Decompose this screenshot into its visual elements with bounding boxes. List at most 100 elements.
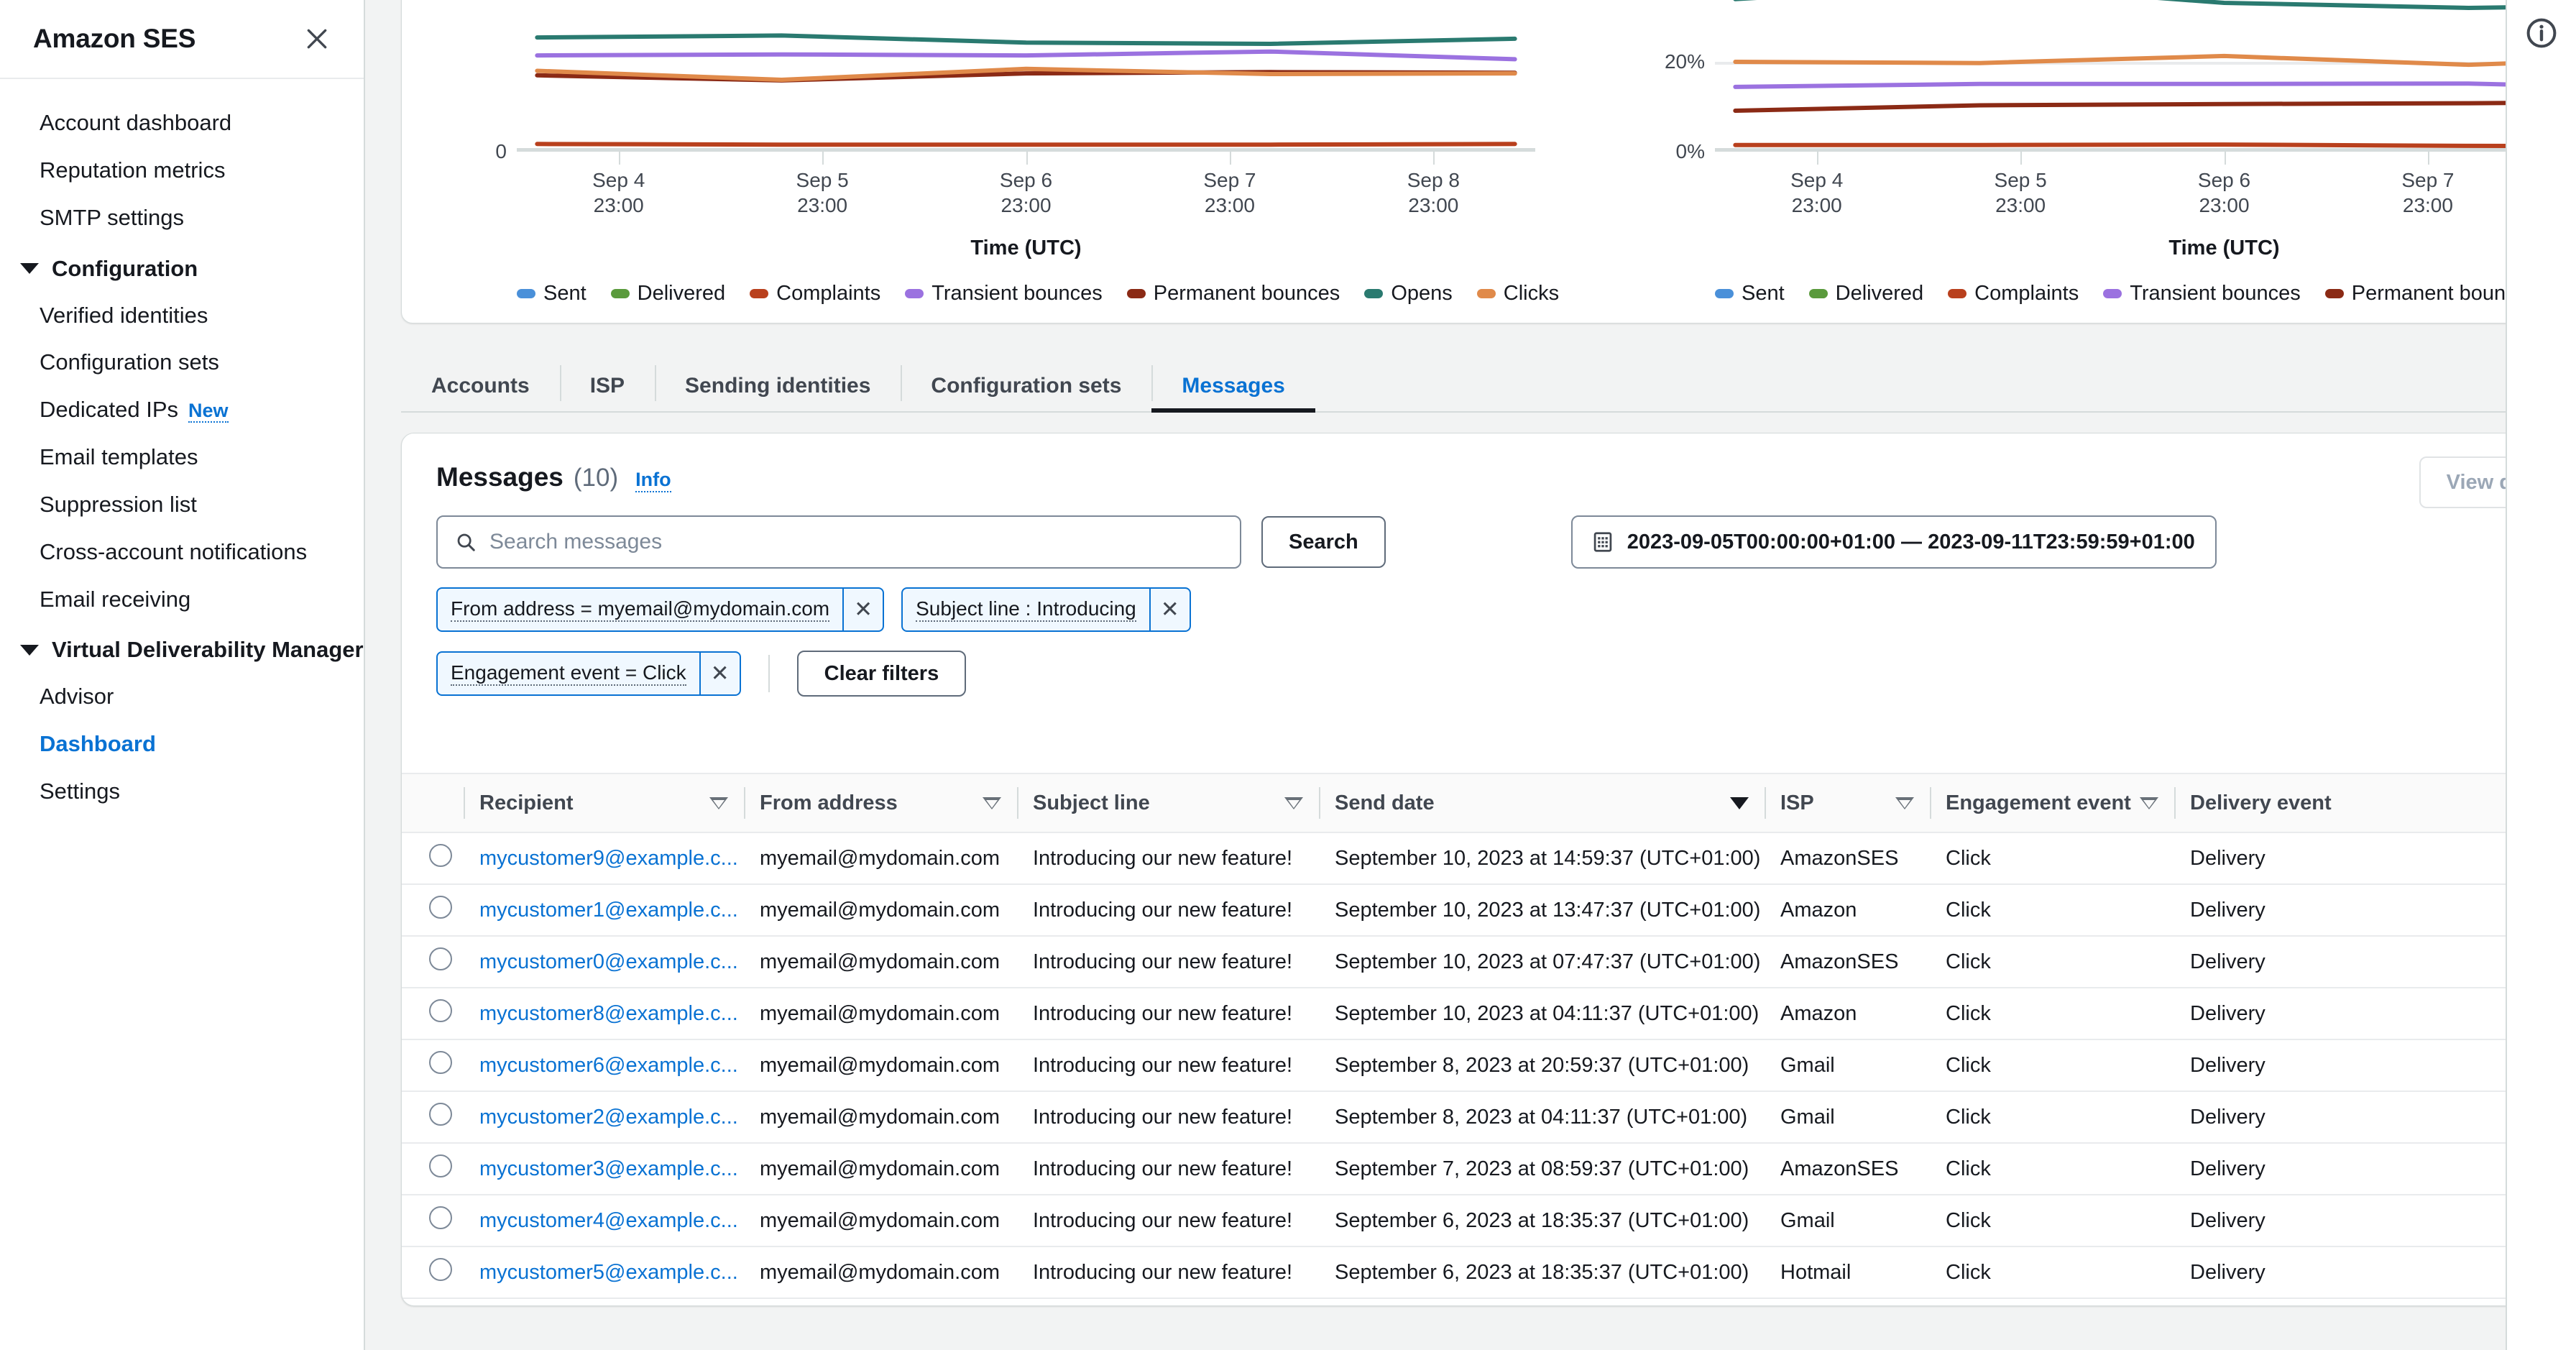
sidebar-item-email-receiving[interactable]: Email receiving xyxy=(0,576,364,623)
filter-token-engagement-event[interactable]: Engagement event = Click ✕ xyxy=(436,651,741,696)
recipient-link[interactable]: mycustomer9@example.c... xyxy=(479,847,738,870)
cell-isp: Amazon xyxy=(1765,884,1930,937)
sidebar-item-cross-account-notifications[interactable]: Cross-account notifications xyxy=(0,528,364,576)
row-select-cell[interactable] xyxy=(402,1143,464,1195)
table-row[interactable]: mycustomer7@example.c... myemail@mydomai… xyxy=(402,1298,2576,1305)
tab-isp[interactable]: ISP xyxy=(559,361,655,411)
table-row[interactable]: mycustomer5@example.c... myemail@mydomai… xyxy=(402,1246,2576,1299)
tab-accounts[interactable]: Accounts xyxy=(401,361,560,411)
tab-messages[interactable]: Messages xyxy=(1151,361,1316,413)
column-header-from-address[interactable]: From address xyxy=(744,773,1017,833)
date-range-picker[interactable]: 2023-09-05T00:00:00+01:00 — 2023-09-11T2… xyxy=(1570,515,2217,569)
remove-filter-icon[interactable]: ✕ xyxy=(842,589,883,630)
search-input[interactable] xyxy=(489,530,1223,554)
legend-item[interactable]: Opens xyxy=(1364,282,1453,306)
recipient-link[interactable]: mycustomer8@example.c... xyxy=(479,1002,738,1025)
table-row[interactable]: mycustomer1@example.c... myemail@mydomai… xyxy=(402,884,2576,937)
table-row[interactable]: mycustomer6@example.c... myemail@mydomai… xyxy=(402,1039,2576,1092)
sidebar-item-reputation-metrics[interactable]: Reputation metrics xyxy=(0,147,364,194)
legend-item[interactable]: Sent xyxy=(1715,282,1785,306)
row-radio[interactable] xyxy=(429,1154,452,1177)
search-button[interactable]: Search xyxy=(1261,516,1386,568)
row-select-cell[interactable] xyxy=(402,1091,464,1144)
table-row[interactable]: mycustomer0@example.c... myemail@mydomai… xyxy=(402,936,2576,988)
cell-subject-line: Introducing our new feature! xyxy=(1017,1298,1319,1305)
row-select-cell[interactable] xyxy=(402,1246,464,1299)
recipient-link[interactable]: mycustomer0@example.c... xyxy=(479,950,738,973)
row-select-cell[interactable] xyxy=(402,884,464,937)
row-radio[interactable] xyxy=(429,1258,452,1281)
row-radio[interactable] xyxy=(429,947,452,970)
row-radio[interactable] xyxy=(429,1051,452,1074)
legend-item[interactable]: Transient bounces xyxy=(2103,282,2301,306)
sidebar-item-dedicated-ips[interactable]: Dedicated IPs New xyxy=(0,386,364,433)
table-row[interactable]: mycustomer3@example.c... myemail@mydomai… xyxy=(402,1143,2576,1195)
column-header-recipient[interactable]: Recipient xyxy=(464,773,744,833)
filter-token-subject-line[interactable]: Subject line : Introducing ✕ xyxy=(901,587,1191,632)
sort-icon-active[interactable] xyxy=(1730,796,1749,809)
sidebar-item-smtp-settings[interactable]: SMTP settings xyxy=(0,194,364,242)
legend-item[interactable]: Delivered xyxy=(610,282,725,306)
sidebar-item-account-dashboard[interactable]: Account dashboard xyxy=(0,99,364,147)
recipient-link[interactable]: mycustomer4@example.c... xyxy=(479,1209,738,1232)
column-header-engagement-event[interactable]: Engagement event xyxy=(1930,773,2174,833)
row-radio[interactable] xyxy=(429,1103,452,1126)
row-select-cell[interactable] xyxy=(402,1298,464,1305)
sidebar-item-dashboard[interactable]: Dashboard xyxy=(0,720,364,768)
recipient-link[interactable]: mycustomer5@example.c... xyxy=(479,1261,738,1284)
legend-item[interactable]: Permanent bounces xyxy=(1126,282,1340,306)
row-select-cell[interactable] xyxy=(402,1039,464,1092)
clear-filters-button[interactable]: Clear filters xyxy=(796,651,967,697)
sort-icon[interactable] xyxy=(709,796,728,809)
filter-token-from-address[interactable]: From address = myemail@mydomain.com ✕ xyxy=(436,587,885,632)
sidebar-item-verified-identities[interactable]: Verified identities xyxy=(0,292,364,339)
search-box[interactable] xyxy=(436,515,1241,569)
remove-filter-icon[interactable]: ✕ xyxy=(699,653,740,694)
row-radio[interactable] xyxy=(429,844,452,867)
legend-item[interactable]: Sent xyxy=(517,282,586,306)
sort-icon[interactable] xyxy=(1895,796,1914,809)
cell-recipient: mycustomer5@example.c... xyxy=(464,1246,744,1299)
chevron-down-icon[interactable] xyxy=(20,263,39,275)
row-select-cell[interactable] xyxy=(402,832,464,885)
table-row[interactable]: mycustomer8@example.c... myemail@mydomai… xyxy=(402,988,2576,1040)
row-radio[interactable] xyxy=(429,999,452,1022)
row-radio[interactable] xyxy=(429,1206,452,1229)
column-header-isp[interactable]: ISP xyxy=(1765,773,1930,833)
legend-item[interactable]: Complaints xyxy=(1948,282,2079,306)
column-header-send-date[interactable]: Send date xyxy=(1319,773,1765,833)
recipient-link[interactable]: mycustomer2@example.c... xyxy=(479,1106,738,1129)
sidebar-group-configuration[interactable]: Configuration xyxy=(0,242,364,292)
table-row[interactable]: mycustomer2@example.c... myemail@mydomai… xyxy=(402,1091,2576,1144)
info-circle-icon[interactable] xyxy=(2524,16,2559,50)
tab-sending-identities[interactable]: Sending identities xyxy=(655,361,901,411)
row-select-cell[interactable] xyxy=(402,988,464,1040)
recipient-link[interactable]: mycustomer6@example.c... xyxy=(479,1054,738,1077)
sidebar-item-suppression-list[interactable]: Suppression list xyxy=(0,481,364,528)
legend-item[interactable]: Complaints xyxy=(750,282,880,306)
sidebar-item-email-templates[interactable]: Email templates xyxy=(0,433,364,481)
tab-configuration-sets[interactable]: Configuration sets xyxy=(901,361,1151,411)
table-row[interactable]: mycustomer9@example.c... myemail@mydomai… xyxy=(402,832,2576,885)
legend-item[interactable]: Transient bounces xyxy=(905,282,1103,306)
sidebar-group-virtual-deliverability-manager[interactable]: Virtual Deliverability Manager xyxy=(0,623,364,673)
row-select-cell[interactable] xyxy=(402,1195,464,1247)
close-icon[interactable] xyxy=(300,22,334,55)
info-link[interactable]: Info xyxy=(635,469,671,492)
recipient-link[interactable]: mycustomer1@example.c... xyxy=(479,899,738,922)
legend-item[interactable]: Delivered xyxy=(1808,282,1923,306)
row-select-cell[interactable] xyxy=(402,936,464,988)
remove-filter-icon[interactable]: ✕ xyxy=(1149,589,1190,630)
sort-icon[interactable] xyxy=(1284,796,1303,809)
table-row[interactable]: mycustomer4@example.c... myemail@mydomai… xyxy=(402,1195,2576,1247)
chevron-down-icon[interactable] xyxy=(20,644,39,656)
sort-icon[interactable] xyxy=(2140,796,2158,809)
sidebar-item-settings[interactable]: Settings xyxy=(0,768,364,815)
sidebar-item-advisor[interactable]: Advisor xyxy=(0,673,364,720)
sort-icon[interactable] xyxy=(983,796,1001,809)
row-radio[interactable] xyxy=(429,896,452,919)
sidebar-item-configuration-sets[interactable]: Configuration sets xyxy=(0,339,364,386)
legend-item[interactable]: Clicks xyxy=(1476,282,1559,306)
column-header-subject-line[interactable]: Subject line xyxy=(1017,773,1319,833)
recipient-link[interactable]: mycustomer3@example.c... xyxy=(479,1157,738,1180)
